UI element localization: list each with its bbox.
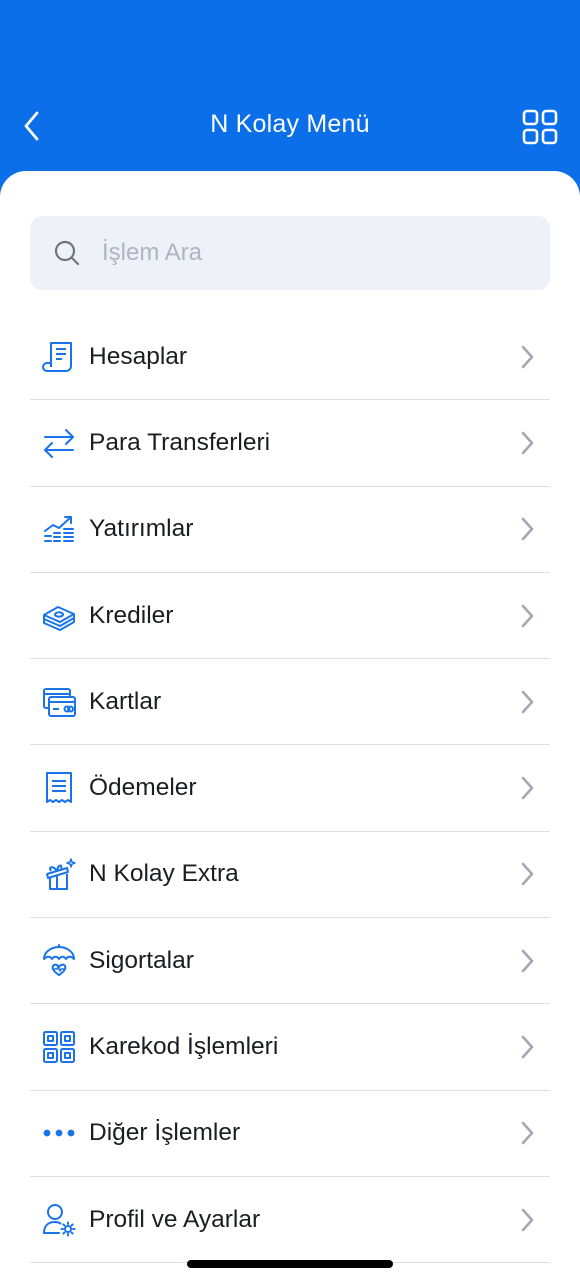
menu-item-label: Hesaplar — [89, 342, 188, 370]
chevron-right-icon — [516, 1032, 538, 1062]
chevron-right-icon — [516, 859, 538, 889]
menu-item-sigortalar[interactable]: Sigortalar — [30, 918, 550, 1005]
menu-item-label: Ödemeler — [89, 774, 197, 802]
receipt-icon — [42, 771, 76, 805]
menu-item-yatirimlar[interactable]: Yatırımlar — [30, 487, 550, 573]
user-settings-icon — [42, 1203, 76, 1237]
menu-item-kartlar[interactable]: Kartlar — [30, 659, 550, 746]
menu-item-krediler[interactable]: Krediler — [30, 573, 550, 660]
menu-item-label: Sigortalar — [89, 946, 194, 974]
credit-card-icon — [42, 685, 76, 719]
menu-item-label: Diğer İşlemler — [89, 1119, 241, 1147]
header-bar: N Kolay Menü — [0, 0, 580, 200]
menu-item-label: Profil ve Ayarlar — [89, 1205, 261, 1233]
page-title: N Kolay Menü — [210, 110, 370, 138]
search-input[interactable] — [102, 239, 522, 267]
gift-icon — [42, 857, 76, 891]
qr-code-icon — [42, 1030, 76, 1064]
menu-item-label: N Kolay Extra — [89, 860, 239, 888]
menu-item-n-kolay-extra[interactable]: N Kolay Extra — [30, 832, 550, 919]
menu-item-profil-ve-ayarlar[interactable]: Profil ve Ayarlar — [30, 1177, 550, 1264]
home-indicator[interactable] — [187, 1260, 393, 1268]
menu-item-label: Yatırımlar — [89, 515, 194, 543]
menu-item-label: Karekod İşlemleri — [89, 1033, 279, 1061]
search-icon — [52, 238, 82, 268]
grid-view-button[interactable] — [518, 106, 562, 148]
chevron-right-icon — [516, 1118, 538, 1148]
transfer-arrows-icon — [42, 426, 76, 460]
chevron-right-icon — [516, 946, 538, 976]
chevron-right-icon — [516, 428, 538, 458]
investment-chart-icon — [42, 512, 76, 546]
chevron-right-icon — [516, 601, 538, 631]
umbrella-heart-icon — [42, 943, 76, 978]
chevron-right-icon — [516, 342, 538, 372]
more-dots-icon — [42, 1116, 76, 1150]
chevron-right-icon — [516, 773, 538, 803]
menu-list: Hesaplar Para Transferleri Yatırımlar Kr… — [30, 314, 550, 1264]
document-icon — [42, 340, 76, 374]
chevron-right-icon — [516, 514, 538, 544]
chevron-right-icon — [516, 1205, 538, 1235]
menu-item-label: Krediler — [89, 601, 174, 629]
grid-icon — [522, 109, 558, 145]
menu-sheet: Hesaplar Para Transferleri — [0, 171, 580, 1280]
search-box[interactable] — [30, 216, 550, 290]
chevron-right-icon — [516, 687, 538, 717]
menu-item-label: Kartlar — [89, 687, 162, 715]
menu-item-label: Para Transferleri — [89, 428, 271, 456]
menu-item-diger-islemler[interactable]: Diğer İşlemler — [30, 1091, 550, 1177]
money-stack-icon — [42, 599, 76, 633]
menu-item-hesaplar[interactable]: Hesaplar — [30, 314, 550, 401]
menu-item-para-transferleri[interactable]: Para Transferleri — [30, 400, 550, 487]
menu-item-odemeler[interactable]: Ödemeler — [30, 745, 550, 832]
menu-item-karekod-islemleri[interactable]: Karekod İşlemleri — [30, 1004, 550, 1091]
